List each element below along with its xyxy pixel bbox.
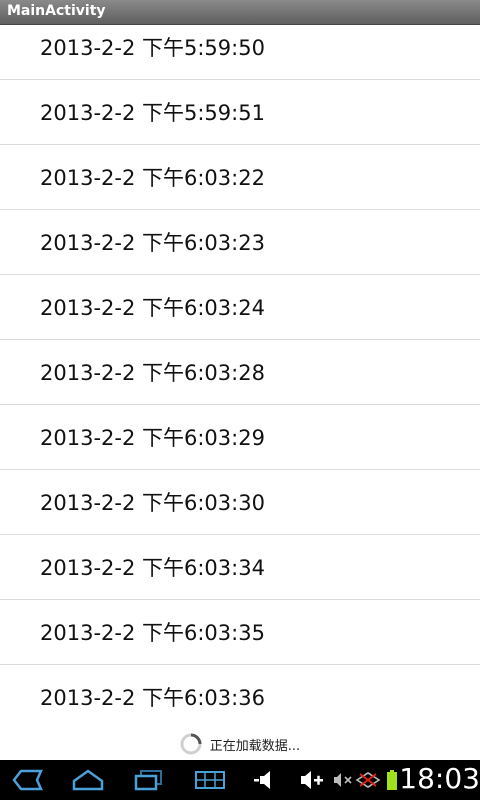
list-item-label: 2013-2-2 下午6:03:30	[40, 491, 265, 515]
list-item-label: 2013-2-2 下午6:03:35	[40, 621, 265, 645]
back-button[interactable]	[8, 766, 48, 794]
list-item[interactable]: 2013-2-2 下午5:59:50	[0, 15, 480, 80]
home-button[interactable]	[68, 766, 108, 794]
volume-down-icon	[254, 771, 270, 789]
list-item[interactable]: 2013-2-2 下午6:03:35	[0, 600, 480, 665]
menu-icon	[195, 771, 225, 789]
volume-up-icon	[301, 771, 323, 789]
list-item[interactable]: 2013-2-2 下午6:03:24	[0, 275, 480, 340]
list-item-label: 2013-2-2 下午6:03:34	[40, 556, 265, 580]
spinner-icon	[180, 733, 202, 755]
network-error-icon	[355, 772, 381, 788]
list-item[interactable]: 2013-2-2 下午6:03:34	[0, 535, 480, 600]
back-icon	[12, 769, 43, 791]
volume-down-button[interactable]	[246, 766, 286, 794]
list-item-label: 2013-2-2 下午6:03:24	[40, 296, 265, 320]
system-navigation-bar: 18:03	[0, 760, 480, 800]
list-item[interactable]: 2013-2-2 下午6:03:30	[0, 470, 480, 535]
list-item-label: 2013-2-2 下午5:59:51	[40, 101, 265, 125]
loading-footer: 正在加载数据...	[0, 728, 480, 760]
list-item[interactable]: 2013-2-2 下午6:03:29	[0, 405, 480, 470]
list-item[interactable]: 2013-2-2 下午6:03:28	[0, 340, 480, 405]
volume-up-button[interactable]	[290, 766, 330, 794]
home-icon	[72, 769, 104, 791]
list-item-label: 2013-2-2 下午6:03:28	[40, 361, 265, 385]
list-item[interactable]: 2013-2-2 下午6:03:36	[0, 665, 480, 729]
recent-apps-button[interactable]	[128, 766, 168, 794]
list-item-label: 2013-2-2 下午6:03:36	[40, 686, 265, 710]
list-item[interactable]: 2013-2-2 下午6:03:22	[0, 145, 480, 210]
list-item-label: 2013-2-2 下午5:59:50	[40, 36, 265, 60]
mute-icon	[334, 773, 352, 787]
list-item[interactable]: 2013-2-2 下午6:03:23	[0, 210, 480, 275]
list-item-label: 2013-2-2 下午6:03:22	[40, 166, 265, 190]
list-item-label: 2013-2-2 下午6:03:23	[40, 231, 265, 255]
list-view[interactable]: 2013-2-2 下午5:59:50 2013-2-2 下午5:59:51 20…	[0, 15, 480, 730]
status-clock: 18:03	[399, 762, 480, 795]
battery-icon	[387, 770, 397, 790]
network-status	[354, 766, 382, 794]
list-item[interactable]: 2013-2-2 下午5:59:51	[0, 80, 480, 145]
list-item-label: 2013-2-2 下午6:03:29	[40, 426, 265, 450]
menu-button[interactable]	[190, 766, 230, 794]
loading-text: 正在加载数据...	[209, 738, 301, 754]
recent-apps-icon	[134, 770, 162, 791]
